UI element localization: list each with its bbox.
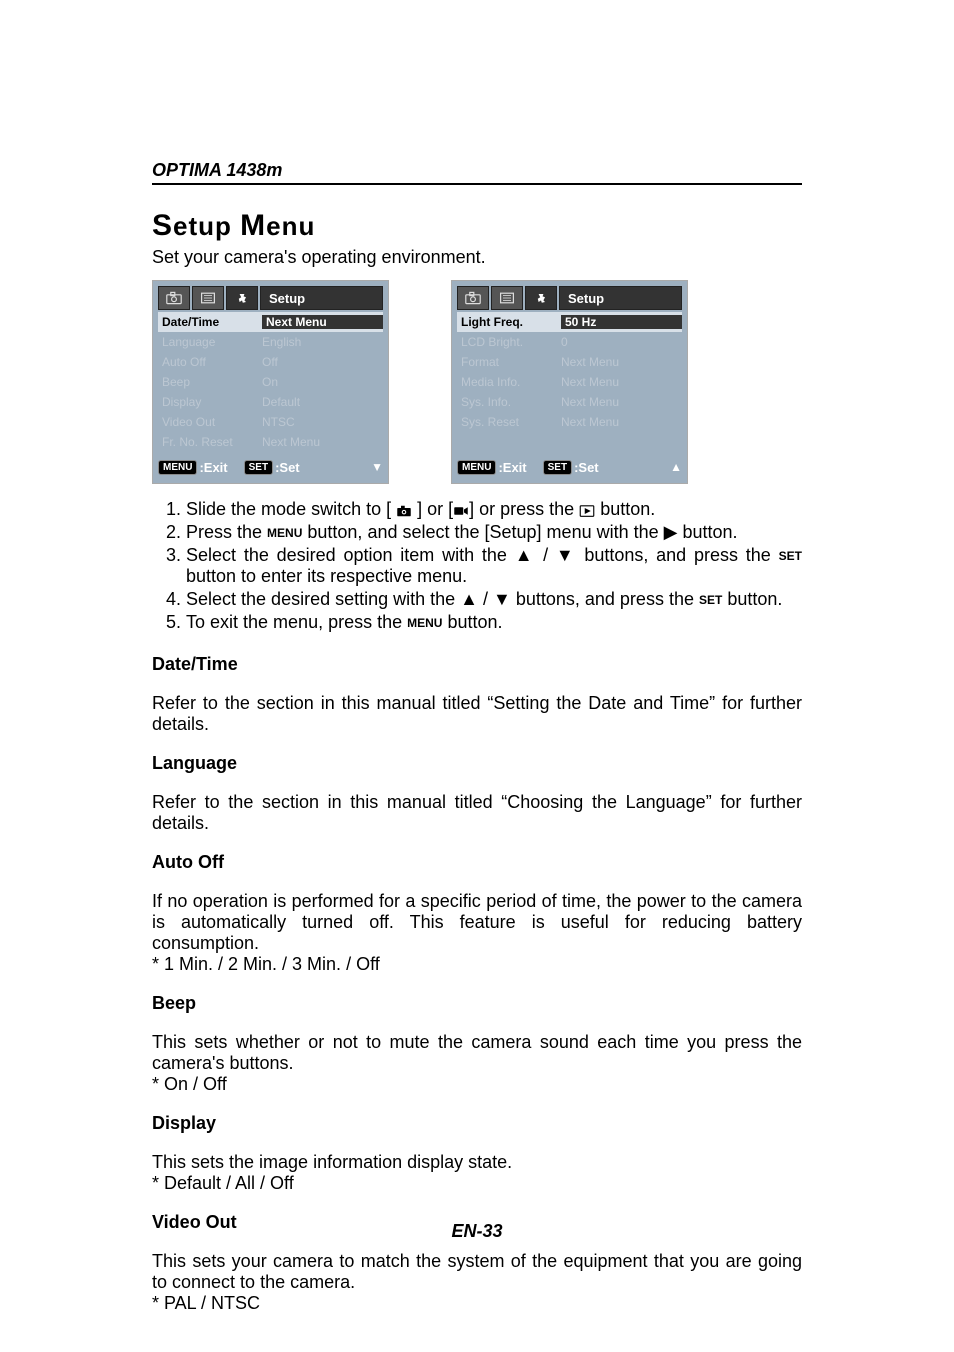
exit-label: :Exit bbox=[199, 460, 227, 475]
menu-item-label: Light Freq. bbox=[457, 315, 561, 329]
menu-item-value: English bbox=[262, 335, 383, 349]
page-number: EN-33 bbox=[0, 1221, 954, 1242]
setup-screenshot-2: Setup Light Freq.50 Hz LCD Bright.0 Form… bbox=[451, 280, 688, 484]
tab-camera-icon bbox=[457, 286, 489, 310]
arrow-down-icon: ▼ bbox=[371, 460, 383, 474]
set-text-icon: SET bbox=[779, 549, 802, 563]
exit-label: :Exit bbox=[498, 460, 526, 475]
menu-item-value: Next Menu bbox=[262, 435, 383, 449]
menu-item-value: 0 bbox=[561, 335, 682, 349]
step-3: Select the desired option item with the … bbox=[186, 544, 802, 588]
set-pill: SET bbox=[543, 460, 572, 475]
beep-heading: Beep bbox=[152, 993, 802, 1014]
menu-item-value: Default bbox=[262, 395, 383, 409]
menu-item-label: Date/Time bbox=[158, 315, 262, 329]
menu-item-label: Fr. No. Reset bbox=[158, 435, 262, 449]
menu-item-value: Next Menu bbox=[561, 375, 682, 389]
tab-title: Setup bbox=[260, 286, 383, 310]
set-label: :Set bbox=[574, 460, 599, 475]
menu-text-icon: MENU bbox=[407, 616, 442, 630]
right-arrow-icon: ▶ bbox=[664, 522, 678, 542]
datetime-heading: Date/Time bbox=[152, 654, 802, 675]
menu-item-value: Next Menu bbox=[262, 315, 383, 329]
setup-screenshot-1: Setup Date/TimeNext Menu LanguageEnglish… bbox=[152, 280, 389, 484]
menu-item-value: 50 Hz bbox=[561, 315, 682, 329]
autooff-heading: Auto Off bbox=[152, 852, 802, 873]
beep-body-2: * On / Off bbox=[152, 1074, 802, 1095]
display-body-1: This sets the image information display … bbox=[152, 1152, 802, 1173]
set-pill: SET bbox=[244, 460, 273, 475]
datetime-body: Refer to the section in this manual titl… bbox=[152, 693, 802, 735]
page-subtitle: Set your camera's operating environment. bbox=[152, 247, 802, 268]
menu-item-label: Language bbox=[158, 335, 262, 349]
language-body: Refer to the section in this manual titl… bbox=[152, 792, 802, 834]
menu-pill: MENU bbox=[457, 460, 496, 475]
menu-item-label: Auto Off bbox=[158, 355, 262, 369]
step-2: Press the MENU button, and select the [S… bbox=[186, 521, 802, 544]
steps-list: Slide the mode switch to [ ] or [] or pr… bbox=[152, 498, 802, 634]
down-arrow-icon: ▼ bbox=[493, 589, 511, 609]
menu-item-label: Sys. Info. bbox=[457, 395, 561, 409]
beep-body-1: This sets whether or not to mute the cam… bbox=[152, 1032, 802, 1074]
set-text-icon: SET bbox=[699, 593, 722, 607]
tab-title: Setup bbox=[559, 286, 682, 310]
videoout-body-2: * PAL / NTSC bbox=[152, 1293, 802, 1314]
page-title: Setup Menu bbox=[152, 209, 802, 243]
menu-item-value: On bbox=[262, 375, 383, 389]
menu-item-label: Media Info. bbox=[457, 375, 561, 389]
model-label: OPTIMA 1438m bbox=[152, 160, 282, 180]
step-4: Select the desired setting with the ▲ / … bbox=[186, 588, 802, 611]
tab-setup-icon bbox=[525, 286, 557, 310]
menu-item-label: LCD Bright. bbox=[457, 335, 561, 349]
step-1: Slide the mode switch to [ ] or [] or pr… bbox=[186, 498, 802, 521]
screenshot-row: Setup Date/TimeNext Menu LanguageEnglish… bbox=[152, 280, 802, 484]
menu-item-value: Next Menu bbox=[561, 415, 682, 429]
display-body-2: * Default / All / Off bbox=[152, 1173, 802, 1194]
menu-item-value: Next Menu bbox=[561, 355, 682, 369]
menu-item-label: Sys. Reset bbox=[457, 415, 561, 429]
autooff-body-2: * 1 Min. / 2 Min. / 3 Min. / Off bbox=[152, 954, 802, 975]
menu-text-icon: MENU bbox=[267, 526, 302, 540]
tab-camera-icon bbox=[158, 286, 190, 310]
display-heading: Display bbox=[152, 1113, 802, 1134]
autooff-body-1: If no operation is performed for a speci… bbox=[152, 891, 802, 954]
video-icon bbox=[453, 505, 469, 517]
arrow-up-icon: ▲ bbox=[670, 460, 682, 474]
up-arrow-icon: ▲ bbox=[515, 545, 536, 565]
menu-pill: MENU bbox=[158, 460, 197, 475]
menu-item-value: Next Menu bbox=[561, 395, 682, 409]
down-arrow-icon: ▼ bbox=[556, 545, 577, 565]
videoout-body-1: This sets your camera to match the syste… bbox=[152, 1251, 802, 1293]
step-5: To exit the menu, press the MENU button. bbox=[186, 611, 802, 634]
tab-list-icon bbox=[192, 286, 224, 310]
menu-item-value: Off bbox=[262, 355, 383, 369]
set-label: :Set bbox=[275, 460, 300, 475]
up-arrow-icon: ▲ bbox=[460, 589, 478, 609]
page-header: OPTIMA 1438m bbox=[152, 160, 802, 185]
tab-setup-icon bbox=[226, 286, 258, 310]
menu-item-label: Video Out bbox=[158, 415, 262, 429]
menu-item-label: Display bbox=[158, 395, 262, 409]
language-heading: Language bbox=[152, 753, 802, 774]
camera-icon bbox=[396, 505, 412, 517]
play-icon bbox=[579, 505, 595, 517]
menu-item-label: Beep bbox=[158, 375, 262, 389]
menu-item-label: Format bbox=[457, 355, 561, 369]
tab-list-icon bbox=[491, 286, 523, 310]
menu-item-value: NTSC bbox=[262, 415, 383, 429]
